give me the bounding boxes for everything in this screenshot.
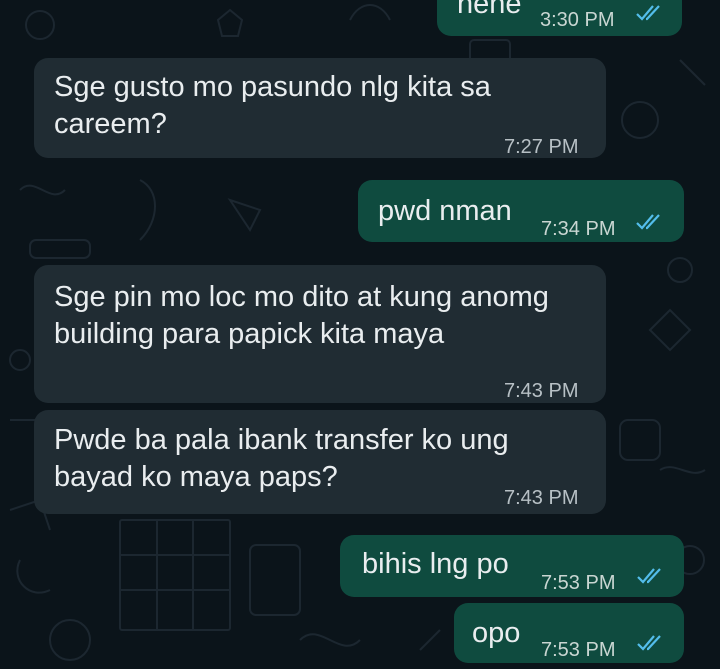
message-text: hehe [457, 0, 522, 20]
message-bubble-outgoing[interactable]: opo 7:53 PM [454, 603, 684, 663]
double-check-icon [637, 635, 661, 651]
message-time: 7:34 PM [541, 218, 616, 240]
message-time: 7:53 PM [541, 639, 616, 661]
double-check-icon [636, 214, 660, 230]
message-time: 7:43 PM [504, 380, 579, 402]
message-bubble-outgoing[interactable]: bihis lng po 7:53 PM [340, 535, 684, 597]
message-time: 7:43 PM [504, 487, 579, 509]
double-check-icon [637, 568, 661, 584]
message-text: pwd nman [378, 195, 512, 227]
message-text: Sge gusto mo pasundo nlg kita sa careem? [54, 71, 491, 140]
message-text: opo [472, 617, 521, 649]
message-time: 7:53 PM [541, 572, 616, 594]
message-bubble-outgoing[interactable]: hehe 3:30 PM [437, 0, 682, 36]
message-text: bihis lng po [362, 548, 509, 580]
message-bubble-incoming[interactable]: Sge gusto mo pasundo nlg kita sa careem?… [34, 58, 606, 158]
message-bubble-incoming[interactable]: Pwde ba pala ibank transfer ko ung bayad… [34, 410, 606, 514]
message-time: 7:27 PM [504, 136, 579, 158]
double-check-icon [636, 5, 660, 21]
message-bubble-outgoing[interactable]: pwd nman 7:34 PM [358, 180, 684, 242]
message-time: 3:30 PM [540, 9, 615, 31]
message-text: Sge pin mo loc mo dito at kung anomg bui… [54, 281, 549, 350]
message-bubble-incoming[interactable]: Sge pin mo loc mo dito at kung anomg bui… [34, 265, 606, 403]
